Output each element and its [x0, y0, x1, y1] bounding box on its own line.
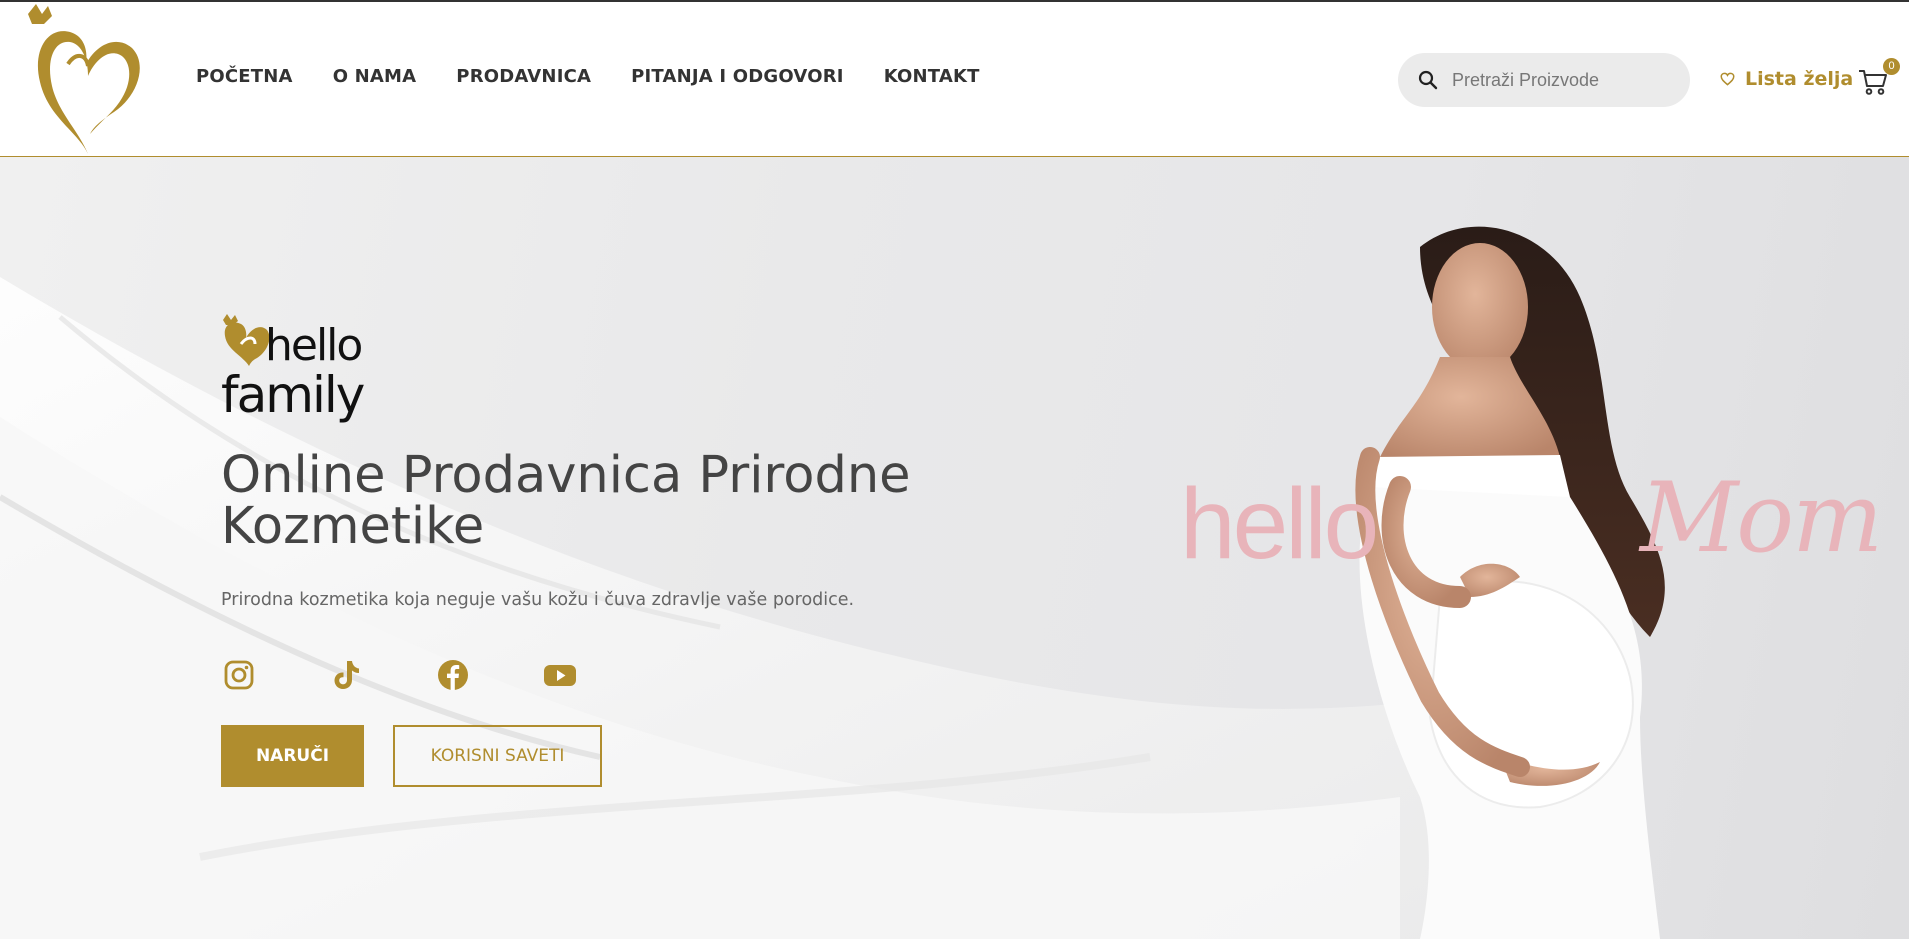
wishlist-link[interactable]: Lista želja	[1720, 68, 1853, 90]
nav-pitanja-i-odgovori[interactable]: PITANJA I ODGOVORI	[631, 66, 844, 87]
hero-section: hello Mom hello family Online Prodavnica…	[0, 157, 1909, 939]
hello-family-logo: hello family	[221, 314, 367, 424]
logo-heart-crown-icon[interactable]	[18, 2, 148, 158]
search-input[interactable]	[1450, 68, 1674, 92]
social-links	[221, 657, 649, 693]
cart-button[interactable]: 0	[1858, 58, 1900, 98]
hero-title: Online Prodavnica Prirodne Kozmetike	[221, 446, 911, 556]
hello-family-logo-text-hello: hello	[265, 320, 361, 371]
cart-icon	[1859, 70, 1887, 95]
heart-icon	[1720, 72, 1735, 86]
facebook-icon[interactable]	[435, 657, 471, 693]
search-bar	[1398, 53, 1690, 107]
youtube-icon[interactable]	[542, 657, 578, 693]
hello-family-logo-text-family: family	[221, 366, 365, 424]
tiktok-icon[interactable]	[328, 657, 364, 693]
site-header: POČETNA O NAMA PRODAVNICA PITANJA I ODGO…	[0, 2, 1909, 157]
nav-pocetna[interactable]: POČETNA	[196, 66, 293, 87]
search-icon[interactable]	[1418, 70, 1438, 90]
order-button[interactable]: NARUČI	[221, 725, 364, 787]
main-nav: POČETNA O NAMA PRODAVNICA PITANJA I ODGO…	[196, 66, 1020, 87]
image-overlay-hello: hello	[1180, 468, 1379, 580]
hero-subtitle: Prirodna kozmetika koja neguje vašu kožu…	[221, 590, 855, 610]
nav-kontakt[interactable]: KONTAKT	[884, 66, 980, 87]
image-overlay-mom: Mom	[1640, 462, 1883, 574]
wishlist-label: Lista želja	[1745, 68, 1854, 90]
nav-o-nama[interactable]: O NAMA	[333, 66, 417, 87]
nav-prodavnica[interactable]: PRODAVNICA	[456, 66, 591, 87]
cart-count-badge: 0	[1883, 58, 1900, 75]
useful-tips-button[interactable]: KORISNI SAVETI	[393, 725, 602, 787]
instagram-icon[interactable]	[221, 657, 257, 693]
